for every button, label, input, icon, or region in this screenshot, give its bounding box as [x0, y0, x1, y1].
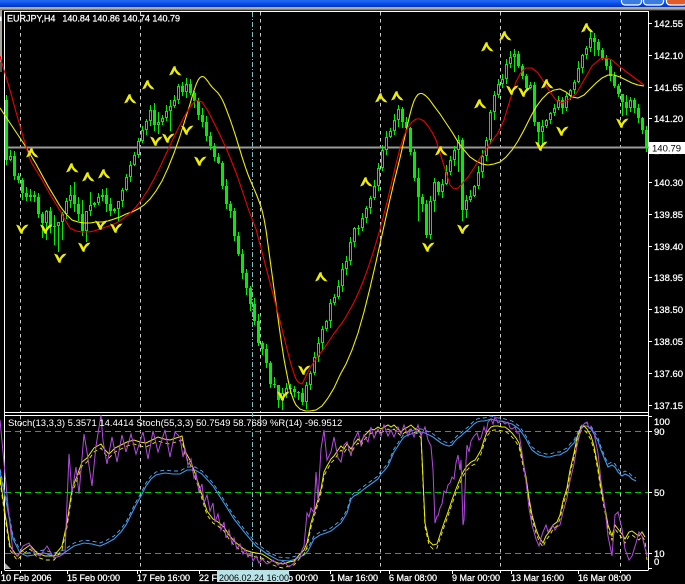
svg-text:141.20: 141.20 — [654, 114, 683, 125]
svg-text:90: 90 — [654, 427, 665, 438]
svg-text:16 Mar 08:00: 16 Mar 08:00 — [578, 573, 631, 583]
svg-text:1 Mar 16:00: 1 Mar 16:00 — [330, 573, 378, 583]
svg-text:9 Mar 00:00: 9 Mar 00:00 — [452, 573, 500, 583]
svg-text:141.65: 141.65 — [654, 83, 683, 94]
svg-text:137.15: 137.15 — [654, 401, 683, 412]
svg-text:13 Mar 16:00: 13 Mar 16:00 — [511, 573, 564, 583]
svg-text:17 Feb 16:00: 17 Feb 16:00 — [137, 573, 190, 583]
svg-text:50: 50 — [654, 488, 665, 499]
svg-text:138.05: 138.05 — [654, 337, 683, 348]
svg-text:EURJPY,H4 140.84 140.86 140.7: EURJPY,H4 140.84 140.86 140.74 140.79 — [7, 14, 180, 24]
svg-text:0: 0 — [654, 557, 659, 568]
svg-text:138.50: 138.50 — [654, 305, 683, 316]
svg-text:Stoch(13,3,3) 5.3571 14.4414: Stoch(13,3,3) 5.3571 14.4414 Stoch(55,3,… — [8, 418, 342, 429]
svg-text:10 Feb 2006: 10 Feb 2006 — [1, 573, 52, 583]
svg-text:6 Mar 08:00: 6 Mar 08:00 — [389, 573, 437, 583]
svg-text:139.40: 139.40 — [654, 242, 683, 253]
svg-text:2006.02.24 16:00: 2006.02.24 16:00 — [219, 573, 289, 583]
svg-text:142.10: 142.10 — [654, 51, 683, 62]
svg-text:142.55: 142.55 — [654, 19, 683, 30]
svg-text:140.30: 140.30 — [654, 178, 683, 189]
svg-text:138.95: 138.95 — [654, 273, 683, 284]
svg-text:15 Feb 00:00: 15 Feb 00:00 — [67, 573, 120, 583]
svg-text:140.79: 140.79 — [652, 144, 681, 155]
svg-text:137.60: 137.60 — [654, 369, 683, 380]
svg-text:139.85: 139.85 — [654, 210, 683, 221]
